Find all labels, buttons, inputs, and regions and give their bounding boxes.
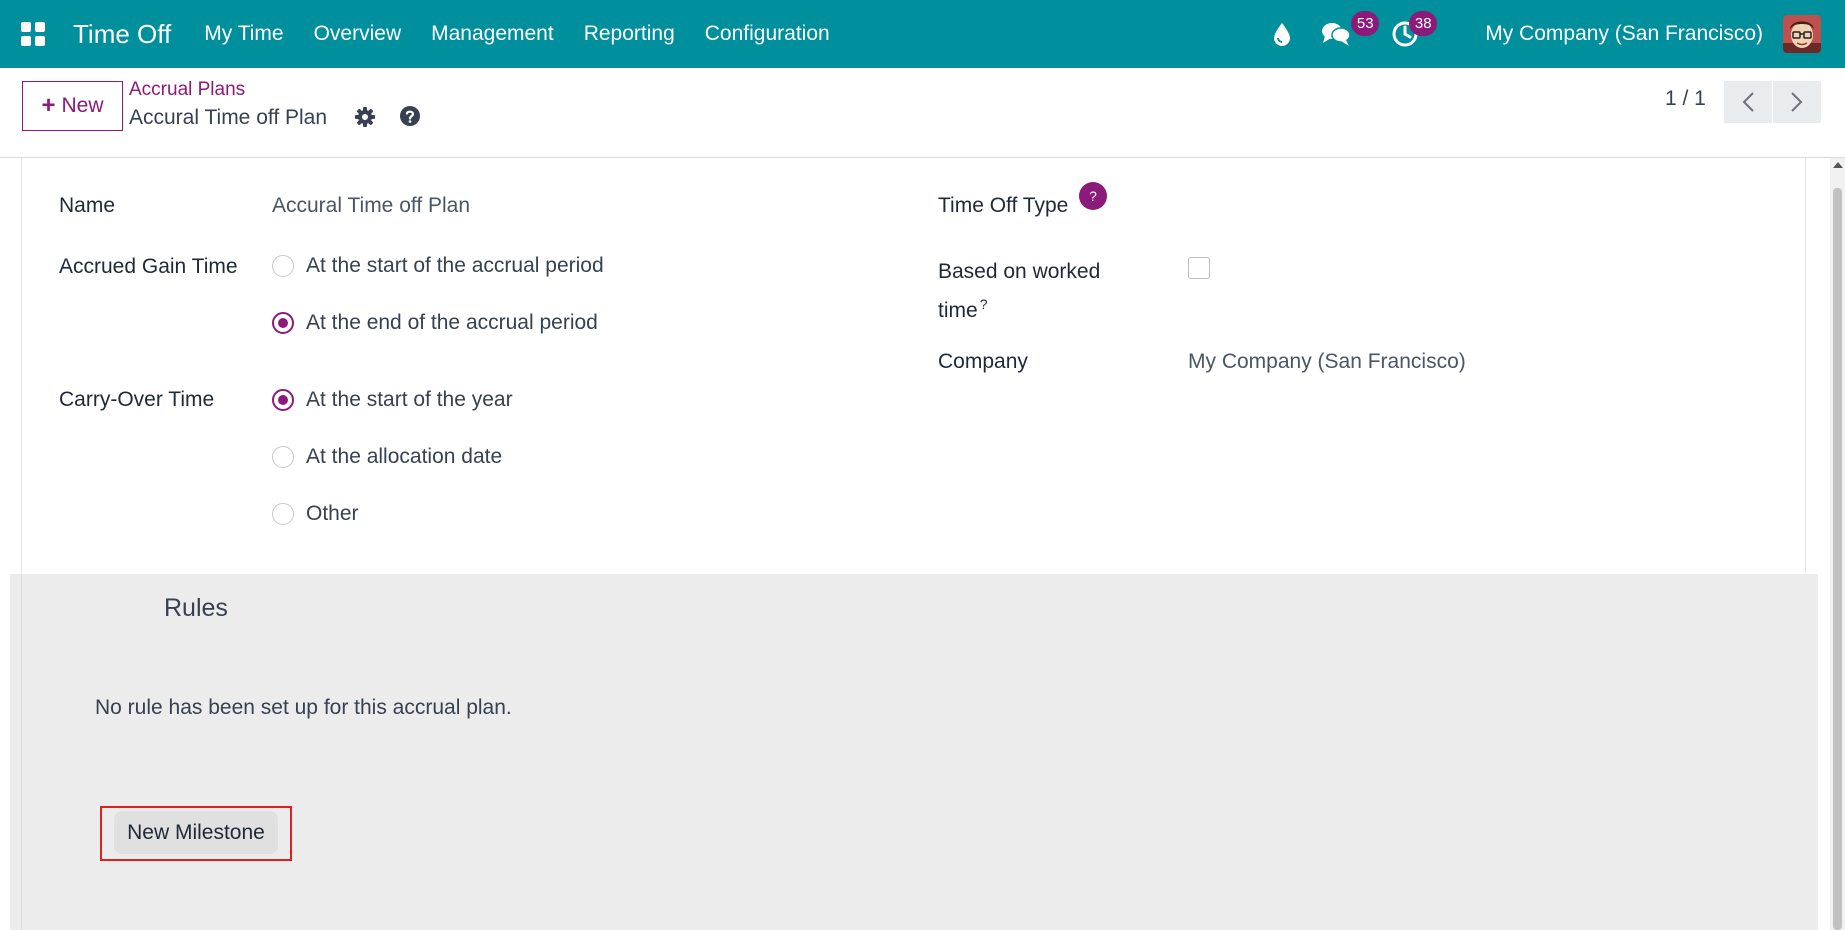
name-label: Name [59,194,116,217]
chevron-left-icon [1742,92,1754,112]
control-panel: + New Accrual Plans Accural Time off Pla… [0,68,1845,158]
time-off-type-label: Time Off Type [938,194,1069,217]
drop-icon-button[interactable] [1273,0,1307,68]
company-field[interactable]: My Company (San Francisco) [1188,350,1466,374]
based-on-worked-time-checkbox[interactable] [1188,257,1210,279]
scroll-up-arrow-icon[interactable] [1833,162,1843,168]
menu-overview[interactable]: Overview [299,22,417,46]
accrued-gain-start-option[interactable]: At the start of the accrual period [272,254,604,278]
accrued-gain-time-label: Accrued Gain Time [59,255,238,278]
apps-menu-button[interactable] [0,0,66,68]
radio-button[interactable] [272,255,294,277]
pager-next-button[interactable] [1773,81,1821,123]
chevron-right-icon [1791,92,1803,112]
apps-grid-icon [21,22,45,46]
radio-button[interactable] [272,446,294,468]
company-label: Company [938,350,1028,373]
rules-section: Rules No rule has been set up for this a… [10,574,1818,930]
help-superscript[interactable]: ? [980,296,988,312]
scrollbar-thumb[interactable] [1833,188,1842,930]
record-title: Accural Time off Plan [129,106,328,129]
app-title[interactable]: Time Off [73,19,171,50]
carry-over-start-of-year-option[interactable]: At the start of the year [272,388,513,412]
top-navbar: Time Off My Time Overview Management Rep… [0,0,1845,68]
new-button[interactable]: + New [22,81,123,131]
company-switcher[interactable]: My Company (San Francisco) [1485,22,1763,46]
pager-value[interactable]: 1 / 1 [1665,87,1706,111]
pager-previous-button[interactable] [1724,81,1772,123]
radio-button-checked[interactable] [272,312,294,334]
carry-over-other-option[interactable]: Other [272,502,359,526]
avatar[interactable] [1783,15,1821,53]
help-icon[interactable] [400,106,420,131]
gear-icon[interactable] [355,107,375,132]
plus-icon: + [41,92,56,119]
activities-count-badge: 38 [1409,11,1438,36]
menu-management[interactable]: Management [416,22,569,46]
accrued-gain-end-option[interactable]: At the end of the accrual period [272,311,598,335]
carry-over-allocation-date-option[interactable]: At the allocation date [272,445,502,469]
rules-title: Rules [164,594,228,622]
messages-count-badge: 53 [1351,11,1380,36]
breadcrumb-accrual-plans[interactable]: Accrual Plans [129,79,245,101]
messages-button[interactable]: 53 [1321,0,1391,68]
vertical-scrollbar[interactable] [1830,158,1845,930]
radio-button-checked[interactable] [272,389,294,411]
based-on-worked-time-label: Based on worked time? [938,260,1101,322]
tooltip-question-icon[interactable]: ? [1079,182,1107,210]
menu-my-time[interactable]: My Time [189,22,298,46]
name-field[interactable]: Accural Time off Plan [272,194,470,218]
activities-button[interactable]: 38 [1391,0,1451,68]
new-milestone-button[interactable]: New Milestone [114,811,278,854]
new-button-label: New [61,94,104,117]
rules-empty-message: No rule has been set up for this accrual… [95,696,512,719]
chat-icon [1322,23,1351,46]
radio-button[interactable] [272,503,294,525]
menu-configuration[interactable]: Configuration [690,22,845,46]
drop-icon [1274,23,1291,46]
carry-over-time-label: Carry-Over Time [59,388,215,411]
menu-reporting[interactable]: Reporting [569,22,690,46]
